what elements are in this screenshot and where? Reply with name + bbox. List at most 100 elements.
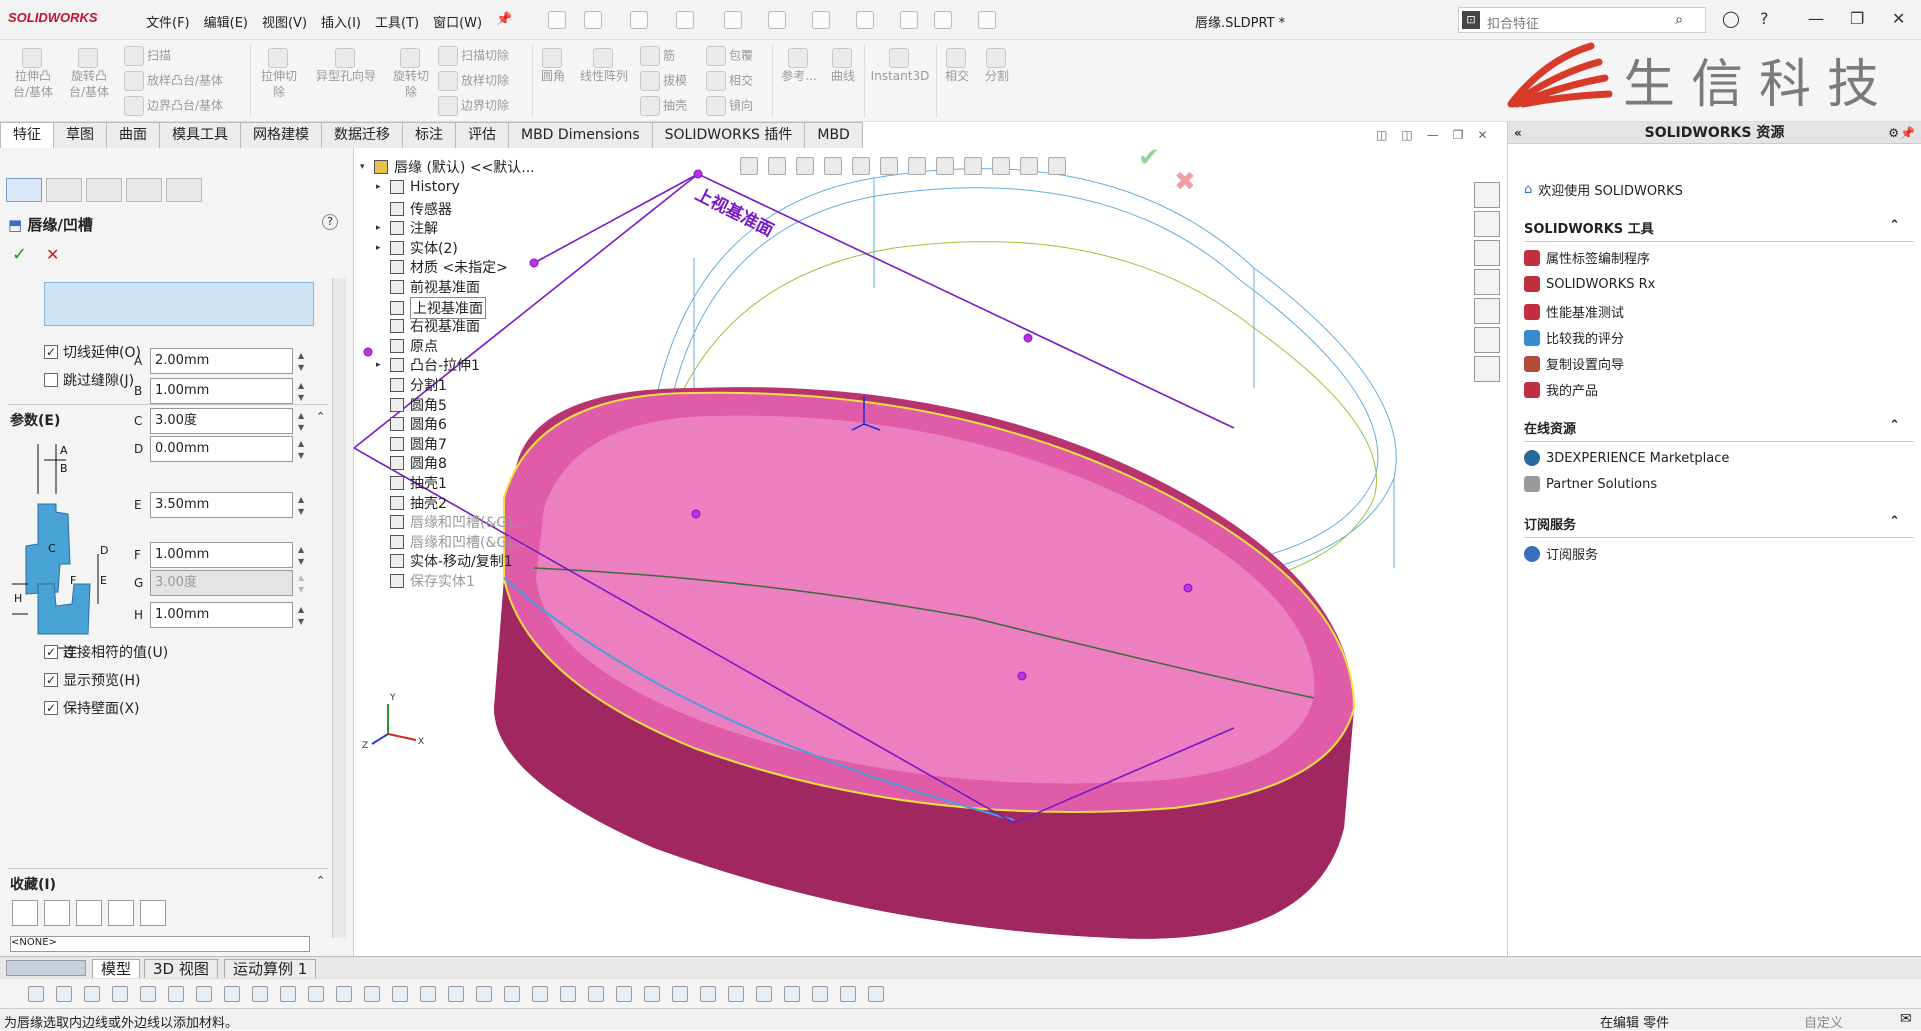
tab-features[interactable]: 特征 [0,122,54,148]
rebuild-icon[interactable] [900,11,918,29]
param-e-spinner[interactable]: ▲ ▼ [298,494,306,518]
linear-pattern-tool[interactable]: 线性阵列 [574,48,634,84]
tree-item[interactable]: ▸ 注解 [376,218,438,238]
property-manager-tab[interactable] [46,178,82,202]
tree-item[interactable]: 唇缘和凹槽(&G)... [376,532,526,552]
file-properties-icon[interactable] [934,11,952,29]
favorite-save-icon[interactable] [108,900,134,926]
tab-mesh-modeling[interactable]: 网格建模 [240,122,322,148]
confirm-corner-ok-icon[interactable]: ✔ [1138,143,1160,173]
tool-performance-benchmark[interactable]: 性能基准测试 [1524,302,1624,321]
save-icon[interactable] [676,11,694,29]
tool-copy-settings[interactable]: 复制设置向导 [1524,354,1624,373]
revolve-boss-tool[interactable]: 旋转凸 台/基体 [66,48,112,100]
filter-blocks-icon[interactable] [616,986,632,1002]
appearances-icon[interactable] [1474,298,1500,324]
show-preview-checkbox[interactable]: ✓ 显示预览(H) [44,670,140,690]
param-d-spinner[interactable]: ▲ ▼ [298,438,306,462]
tree-item[interactable]: 圆角7 [376,434,447,454]
param-b-input[interactable]: 1.00mm [150,378,293,404]
curves-tool[interactable]: 曲线 [826,48,860,84]
param-e-input[interactable]: 3.50mm [150,492,293,518]
tool-solidworks-rx[interactable]: SOLIDWORKS Rx [1524,276,1655,292]
rib-tool[interactable]: 筋 [640,46,675,66]
filter-surfaces-icon[interactable] [196,986,212,1002]
tab-solidworks-addins[interactable]: SOLIDWORKS 插件 [651,122,806,148]
filter-hole-callout-icon[interactable] [672,986,688,1002]
tab-markup[interactable]: 标注 [402,122,456,148]
link-partner-solutions[interactable]: Partner Solutions [1524,476,1657,492]
checkbox[interactable]: ✓ [44,701,58,715]
favorite-star-icon[interactable] [44,900,70,926]
favorite-delete-icon[interactable] [76,900,102,926]
pin-icon[interactable]: 📌 [496,12,512,31]
tree-item[interactable]: 分割1 [376,375,447,395]
tab-sketch[interactable]: 草图 [53,122,107,148]
sweep-tool[interactable]: 扫描 [124,46,171,66]
confirm-corner-cancel-icon[interactable]: ✖ [1174,167,1196,197]
filter-planes-icon[interactable] [280,986,296,1002]
intersect-solid-tool[interactable]: 相交 [940,48,974,84]
user-icon[interactable]: ◯ [1722,9,1740,28]
filter-select-icon[interactable] [84,986,100,1002]
tab-motion-study[interactable]: 运动算例 1 [224,959,317,979]
filter-solids-icon[interactable] [224,986,240,1002]
revolve-cut-tool[interactable]: 旋转切 除 [388,48,434,100]
tree-item[interactable]: ▸ 凸台-拉伸1 [376,355,480,375]
extrude-cut-tool[interactable]: 拉伸切 除 [256,48,302,100]
param-f-input[interactable]: 1.00mm [150,542,293,568]
skip-gap-checkbox[interactable]: 跳过缝隙(J) [44,370,134,390]
filter-clear-icon[interactable] [56,986,72,1002]
fillet-tool[interactable]: 圆角 [536,48,570,84]
hide-show-items-icon[interactable] [936,157,954,175]
view-palette-icon[interactable] [1474,269,1500,295]
collapse-favorites-icon[interactable]: ⌃ [316,874,325,887]
view-orientation-icon[interactable] [880,157,898,175]
tangent-extend-checkbox[interactable]: ✓ 切线延伸(O) [44,342,141,362]
param-f-spinner[interactable]: ▲ ▼ [298,544,306,568]
filter-toggle-icon[interactable] [28,986,44,1002]
checkbox[interactable]: ✓ [44,673,58,687]
intersect-tool[interactable]: 相交 [706,71,753,91]
param-a-spinner[interactable]: ▲ ▼ [298,350,306,374]
viewport-close-icon[interactable]: ✕ [1477,128,1487,142]
viewport-minimize-icon[interactable]: — [1427,128,1439,142]
checkbox[interactable] [44,373,58,387]
section-solidworks-tools[interactable]: SOLIDWORKS 工具 ⌃ [1524,218,1914,242]
lofted-cut-tool[interactable]: 放样切除 [438,71,509,91]
viewport-tile-right-icon[interactable]: ◫ [1401,128,1412,142]
favorites-section-title[interactable]: 收藏(I) [10,874,56,894]
previous-view-icon[interactable] [796,157,814,175]
swept-cut-tool[interactable]: 扫描切除 [438,46,509,66]
filter-routing-icon[interactable] [644,986,660,1002]
tree-item[interactable]: 唇缘和凹槽(&G)... [376,512,526,532]
close-button[interactable]: ✕ [1892,9,1905,28]
graphics-area[interactable]: 上视基准面 ✔ ✖ Y X Z [353,143,1506,956]
checkbox[interactable]: ✓ [44,645,58,659]
configuration-manager-tab[interactable] [86,178,122,202]
help-icon[interactable]: ? [1760,9,1769,28]
filter-midpoints-icon[interactable] [364,986,380,1002]
open-icon[interactable] [630,11,648,29]
display-manager-tab[interactable] [166,178,202,202]
tool-my-products[interactable]: 我的产品 [1524,380,1598,399]
filter-surface-finish-icon[interactable] [560,986,576,1002]
expand-icon[interactable]: ▸ [376,360,384,370]
chevron-up-icon[interactable]: ⌃ [1889,418,1900,433]
draft-tool[interactable]: 拔模 [640,71,687,91]
split-tool[interactable]: 分割 [980,48,1014,84]
filter-tables-icon[interactable] [784,986,800,1002]
favorite-load-icon[interactable] [140,900,166,926]
tree-root[interactable]: ▾ 唇缘 (默认) <<默认... [360,157,535,177]
options-gear-icon[interactable] [978,11,996,29]
filter-mate-icon[interactable] [868,986,884,1002]
units-custom[interactable]: 自定义 [1804,1012,1843,1031]
collapse-params-icon[interactable]: ⌃ [316,410,325,423]
tab-surfaces[interactable]: 曲面 [106,122,160,148]
tree-item[interactable]: 抽壳2 [376,493,447,513]
loft-boss-tool[interactable]: 放样凸台/基体 [124,71,223,91]
filter-connection-icon[interactable] [840,986,856,1002]
filter-notes-icon[interactable] [448,986,464,1002]
expand-icon[interactable]: ▸ [376,243,384,253]
section-view-icon[interactable] [824,157,842,175]
